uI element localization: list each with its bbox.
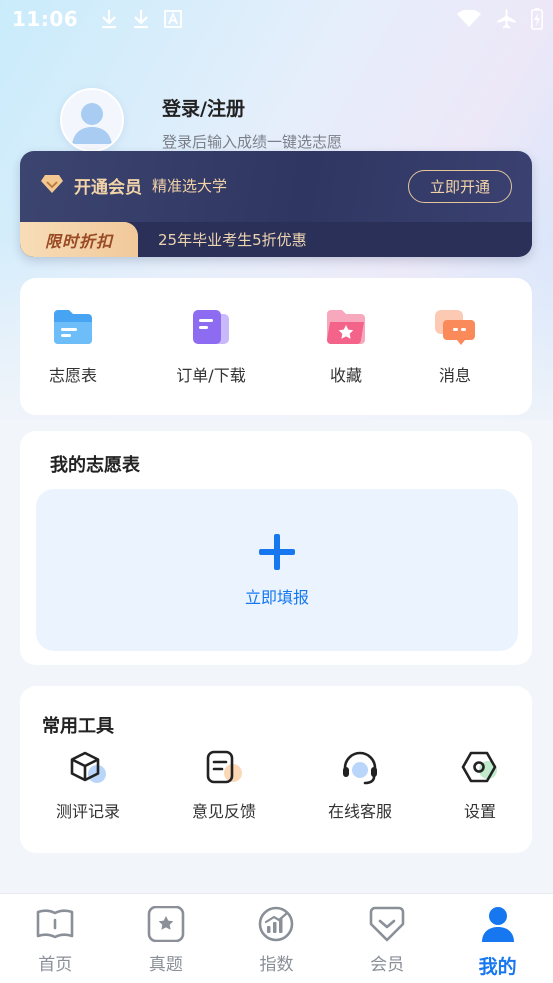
vip-discount-badge: 限时折扣 <box>20 222 138 257</box>
vip-card[interactable]: 开通会员 精准选大学 立即开通 限时折扣 25年毕业考生5折优惠 <box>20 151 532 257</box>
status-time: 11:06 <box>12 7 79 31</box>
vip-title: 开通会员 <box>74 178 142 198</box>
status-bar: 11:06 <box>0 0 553 38</box>
wifi-icon <box>457 10 481 28</box>
gauge-icon <box>256 906 296 946</box>
quick-actions-card: 志愿表 订单/下载 收藏 消息 <box>20 278 532 415</box>
tab-label: 指数 <box>259 955 294 975</box>
star-folder-icon <box>324 308 368 352</box>
tab-exam-papers[interactable]: 真题 <box>111 894 222 983</box>
star-square-icon <box>146 905 186 946</box>
headset-icon <box>340 750 380 790</box>
tab-label: 会员 <box>370 955 405 975</box>
feedback-icon <box>204 750 244 790</box>
tab-label: 真题 <box>148 955 183 975</box>
cube-icon <box>68 750 108 790</box>
book-icon <box>35 906 75 946</box>
tab-label: 首页 <box>38 955 73 975</box>
tool-label: 意见反馈 <box>191 802 256 821</box>
diamond-icon <box>40 174 64 198</box>
plus-icon <box>257 532 297 572</box>
tab-home[interactable]: 首页 <box>0 894 111 983</box>
vip-icon <box>367 906 407 946</box>
quick-item-volunteer-table[interactable]: 志愿表 <box>18 308 128 386</box>
common-tools-card: 常用工具 测评记录 意见反馈 在线客服 设置 <box>20 686 532 853</box>
tab-label: 我的 <box>478 956 517 978</box>
battery-icon <box>531 8 543 30</box>
font-icon <box>164 10 183 28</box>
avatar[interactable] <box>60 88 124 152</box>
login-title[interactable]: 登录/注册 <box>162 94 342 121</box>
tool-item-settings[interactable]: 设置 <box>420 750 540 822</box>
quick-item-label: 消息 <box>438 366 471 385</box>
bottom-tab-bar: 首页 真题 指数 会员 我的 <box>0 893 553 983</box>
tool-item-evaluation-records[interactable]: 测评记录 <box>28 750 148 822</box>
vip-subtitle: 精准选大学 <box>152 177 228 195</box>
download-icon <box>132 9 150 29</box>
download-icon <box>100 9 118 29</box>
quick-item-orders[interactable]: 订单/下载 <box>156 308 266 386</box>
fill-volunteer-button[interactable]: 立即填报 <box>36 489 518 651</box>
folder-icon <box>51 308 95 352</box>
airplane-icon <box>495 9 517 29</box>
tool-item-online-service[interactable]: 在线客服 <box>300 750 420 822</box>
fill-volunteer-label: 立即填报 <box>244 588 309 607</box>
user-avatar-icon <box>72 103 112 144</box>
gear-icon <box>460 750 500 790</box>
chat-icon <box>433 308 477 352</box>
quick-item-label: 收藏 <box>329 366 362 385</box>
my-volunteer-card: 我的志愿表 立即填报 <box>20 431 532 665</box>
tab-mine[interactable]: 我的 <box>442 894 553 983</box>
quick-item-favorites[interactable]: 收藏 <box>291 308 401 386</box>
tool-label: 在线客服 <box>327 802 392 821</box>
quick-item-label: 订单/下载 <box>176 366 246 385</box>
login-subtitle: 登录后输入成绩一键选志愿 <box>162 133 343 151</box>
tab-membership[interactable]: 会员 <box>332 894 443 983</box>
vip-promo-text: 25年毕业考生5折优惠 <box>158 231 307 249</box>
tab-index[interactable]: 指数 <box>221 894 332 983</box>
profile-header[interactable]: 登录/注册 登录后输入成绩一键选志愿 <box>60 88 342 152</box>
tool-label: 测评记录 <box>55 802 120 821</box>
quick-item-messages[interactable]: 消息 <box>400 308 510 386</box>
tool-item-feedback[interactable]: 意见反馈 <box>164 750 284 822</box>
user-icon <box>478 906 518 948</box>
vip-open-button[interactable]: 立即开通 <box>408 170 512 203</box>
tool-label: 设置 <box>463 802 496 821</box>
vip-promo-bar: 限时折扣 25年毕业考生5折优惠 <box>20 222 532 257</box>
section-title: 我的志愿表 <box>50 455 140 476</box>
document-icon <box>189 308 233 352</box>
quick-item-label: 志愿表 <box>48 366 97 385</box>
section-title: 常用工具 <box>42 716 114 737</box>
